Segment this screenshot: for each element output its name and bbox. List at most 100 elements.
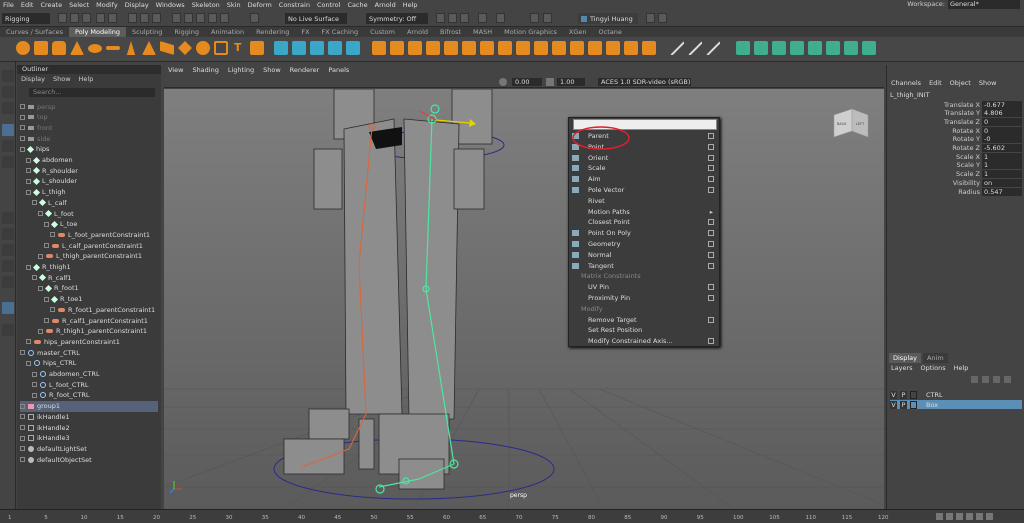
viewport-menu-lighting[interactable]: Lighting — [228, 66, 254, 76]
mirror-icon[interactable] — [346, 41, 360, 55]
poke-icon[interactable] — [516, 41, 530, 55]
exposure-field[interactable]: 0.00 — [512, 78, 542, 86]
outliner-item[interactable]: abdomen_CTRL — [32, 369, 158, 380]
layer-menu-help[interactable]: Help — [954, 364, 969, 372]
expand-toggle-icon[interactable] — [20, 350, 25, 356]
poly-soccer-ball-icon[interactable] — [196, 41, 210, 55]
outliner-menu-display[interactable]: Display — [21, 75, 45, 83]
menu-item-point-on-poly[interactable]: Point On Poly — [588, 229, 631, 237]
expand-toggle-icon[interactable] — [32, 371, 37, 377]
outliner-item[interactable]: master_CTRL — [20, 347, 158, 358]
poly-sphere-icon[interactable] — [16, 41, 30, 55]
menu-file[interactable]: File — [3, 1, 14, 9]
channel-value[interactable]: 0 — [982, 126, 1022, 135]
channel-menu-edit[interactable]: Edit — [929, 79, 942, 87]
expand-toggle-icon[interactable] — [38, 328, 43, 334]
outliner-item[interactable]: R_calf1_parentConstraint1 — [44, 315, 158, 326]
expand-toggle-icon[interactable] — [26, 264, 31, 270]
expand-toggle-icon[interactable] — [26, 360, 31, 366]
gamma-field[interactable]: 1.00 — [557, 78, 585, 86]
new-empty-layer-icon[interactable] — [993, 376, 1000, 383]
channel-menu-channels[interactable]: Channels — [891, 79, 921, 87]
outliner-item[interactable]: L_foot — [38, 208, 158, 219]
make-hole-icon[interactable] — [462, 41, 476, 55]
outliner-item[interactable]: R_calf1 — [32, 272, 158, 283]
shelf-tab-rendering[interactable]: Rendering — [250, 27, 295, 37]
play-back-icon[interactable] — [956, 513, 963, 520]
option-box-icon[interactable] — [708, 316, 714, 323]
new-scene-icon[interactable] — [58, 13, 67, 23]
channel-value[interactable]: 1 — [982, 152, 1022, 161]
expand-toggle-icon[interactable] — [26, 157, 31, 163]
expand-toggle-icon[interactable] — [32, 382, 37, 388]
outliner-item[interactable]: R_toe1 — [44, 294, 158, 305]
shelf-tab-fx[interactable]: FX — [295, 27, 315, 37]
expand-toggle-icon[interactable] — [20, 457, 25, 463]
outliner-item[interactable]: side — [20, 133, 158, 144]
expand-toggle-icon[interactable] — [20, 414, 25, 420]
exposure-icon[interactable] — [499, 78, 507, 86]
snap-curve-icon[interactable] — [184, 13, 193, 23]
channel-row-radius[interactable]: Radius 0.547 — [887, 187, 1024, 196]
expand-toggle-icon[interactable] — [32, 392, 37, 398]
smooth-icon[interactable] — [310, 41, 324, 55]
poly-torus-icon[interactable] — [88, 44, 102, 53]
outliner-item[interactable]: L_shoulder — [26, 176, 158, 187]
expand-toggle-icon[interactable] — [38, 253, 43, 259]
outliner-item[interactable]: front — [20, 122, 158, 133]
menu-help[interactable]: Help — [403, 1, 418, 9]
lasso-tool-icon[interactable] — [2, 86, 14, 98]
option-box-icon[interactable] — [708, 241, 714, 247]
menu-arnold[interactable]: Arnold — [375, 1, 396, 9]
collapse-icon[interactable] — [498, 41, 512, 55]
menu-deform[interactable]: Deform — [248, 1, 272, 9]
option-box-icon[interactable] — [708, 165, 714, 172]
render-settings-icon[interactable] — [460, 13, 469, 23]
multi-cut-icon[interactable] — [670, 41, 684, 55]
channel-value[interactable]: 0 — [982, 117, 1022, 126]
menu-item-pole-vector[interactable]: Pole Vector — [588, 186, 624, 194]
spherical-map-icon[interactable] — [790, 41, 804, 55]
workspace-dropdown[interactable]: General* — [948, 0, 1020, 9]
persp-outliner-icon[interactable] — [2, 244, 14, 256]
menu-item-normal[interactable]: Normal — [588, 251, 612, 259]
snap-surface-icon[interactable] — [220, 13, 229, 23]
snap-point-icon[interactable] — [196, 13, 205, 23]
circularize-icon[interactable] — [552, 41, 566, 55]
shelf-tab-poly-modeling[interactable]: Poly Modeling — [69, 27, 126, 37]
shelf-tab-octane[interactable]: Octane — [593, 27, 628, 37]
go-to-start-icon[interactable] — [936, 513, 943, 520]
four-view-icon[interactable] — [2, 228, 14, 240]
poly-cube-icon[interactable] — [34, 41, 48, 55]
expand-toggle-icon[interactable] — [20, 403, 25, 409]
bevel-icon[interactable] — [408, 41, 422, 55]
outliner-item[interactable]: L_thigh — [26, 187, 158, 198]
menu-item-set-rest-position[interactable]: Set Rest Position — [588, 326, 642, 334]
render-view-icon[interactable] — [496, 13, 505, 23]
channel-value[interactable]: -0.677 — [982, 100, 1022, 109]
svg-icon[interactable] — [250, 41, 264, 55]
layer-tab-anim[interactable]: Anim — [922, 353, 948, 363]
detach-icon[interactable] — [624, 41, 638, 55]
outliner-item[interactable]: ikHandle1 — [20, 411, 158, 422]
checker-icon[interactable] — [826, 41, 840, 55]
time-slider[interactable]: 1 5 10 15 20 25 30 35 40 45 50 55 60 65 70 75 80 85 90 95 10… — [0, 509, 1024, 523]
poly-platonic-icon[interactable] — [178, 41, 192, 55]
poly-disc-icon[interactable] — [126, 41, 136, 55]
option-box-icon[interactable] — [708, 284, 714, 291]
ipr-render-icon[interactable] — [448, 13, 457, 23]
poly-pyramid-icon[interactable] — [142, 41, 156, 55]
menu-item-proximity-pin[interactable]: Proximity Pin — [588, 294, 630, 302]
outliner-item[interactable]: L_toe — [44, 219, 158, 230]
current-layout-icon[interactable] — [2, 302, 14, 314]
merge-icon[interactable] — [480, 41, 494, 55]
menu-skeleton[interactable]: Skeleton — [192, 1, 220, 9]
channel-row-scale-z[interactable]: Scale Z1 — [887, 170, 1024, 179]
expand-toggle-icon[interactable] — [44, 296, 49, 302]
duplicate-face-icon[interactable] — [588, 41, 602, 55]
unfold-icon[interactable] — [844, 41, 858, 55]
scale-tool-icon[interactable] — [2, 156, 14, 168]
poly-cone-icon[interactable] — [70, 41, 84, 55]
history-icon[interactable] — [250, 13, 259, 23]
select-tool-icon[interactable] — [2, 70, 14, 82]
